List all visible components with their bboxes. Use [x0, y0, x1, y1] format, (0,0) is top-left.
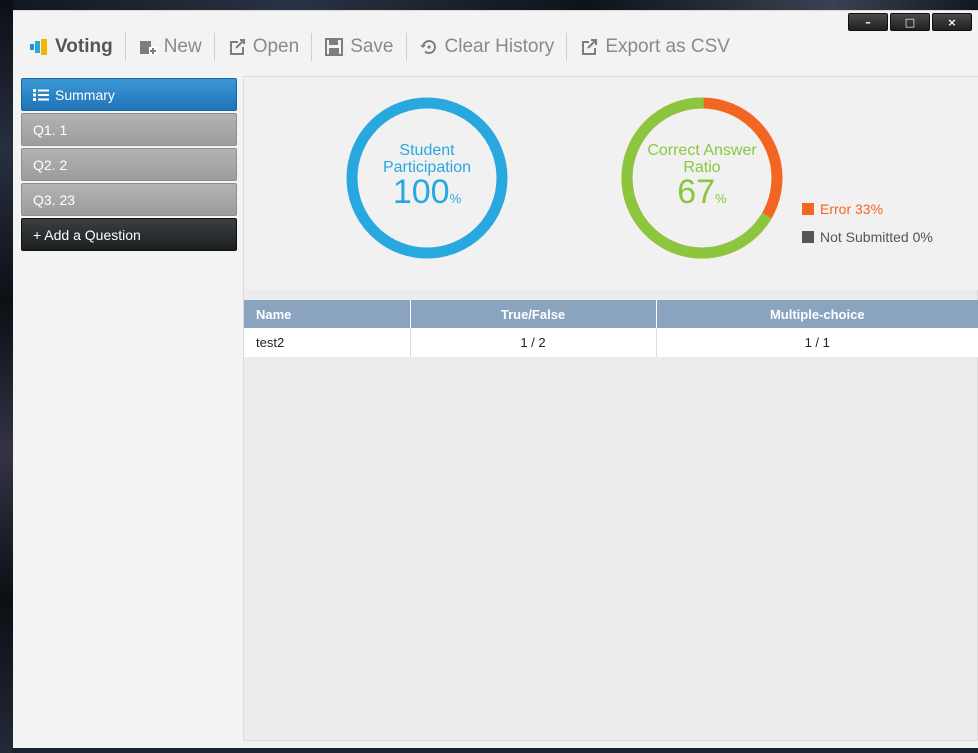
- legend-swatch: [802, 231, 814, 243]
- participation-value: 100%: [392, 173, 462, 211]
- window-controls: – □ ×: [848, 13, 972, 31]
- legend-label: Not Submitted 0%: [820, 229, 933, 245]
- cell-multiple-choice: 1 / 1: [656, 328, 978, 357]
- correct-ratio-label-line1: Correct Answer: [647, 142, 757, 159]
- new-label: New: [163, 36, 202, 57]
- legend-label: Error 33%: [820, 201, 884, 217]
- column-header-true-false[interactable]: True/False: [410, 300, 657, 328]
- save-label: Save: [350, 36, 394, 57]
- participation-label-line1: Student: [399, 142, 455, 159]
- export-icon: [579, 37, 599, 57]
- desktop-background-top: [0, 0, 978, 10]
- column-header-name[interactable]: Name: [244, 300, 411, 328]
- stats-area: Student Participation 100% Correct Answe…: [244, 77, 978, 290]
- clear-history-label: Clear History: [444, 36, 555, 57]
- new-button[interactable]: New: [126, 32, 214, 62]
- sidebar-item-label: Q1. 1: [33, 121, 68, 138]
- app-brand: Voting: [27, 32, 125, 62]
- new-icon: [138, 37, 158, 57]
- column-header-multiple-choice[interactable]: Multiple-choice: [656, 300, 978, 328]
- correct-ratio-gauge: Correct Answer Ratio 67%: [619, 95, 785, 261]
- sidebar-item-q3[interactable]: Q3. 23: [21, 183, 237, 216]
- toolbar: Voting New Open Save Clear History Expor…: [13, 29, 773, 65]
- sidebar-item-label: Q2. 2: [33, 156, 68, 173]
- open-icon: [227, 37, 247, 57]
- save-button[interactable]: Save: [312, 32, 405, 62]
- app-title: Voting: [55, 36, 113, 57]
- voting-logo-icon: [29, 37, 49, 57]
- export-csv-button[interactable]: Export as CSV: [567, 32, 742, 62]
- table-row[interactable]: test2 1 / 2 1 / 1: [244, 328, 978, 357]
- export-csv-label: Export as CSV: [605, 36, 730, 57]
- sidebar-item-label: Q3. 23: [33, 191, 76, 208]
- open-label: Open: [252, 36, 300, 57]
- minimize-button[interactable]: –: [848, 13, 888, 31]
- table-header-row: Name True/False Multiple-choice: [244, 300, 978, 328]
- results-table: Name True/False Multiple-choice test2 1 …: [244, 300, 978, 357]
- sidebar-item-summary[interactable]: Summary: [21, 78, 237, 111]
- voting-app-window: – □ × Voting New Open Save Clear History…: [13, 10, 978, 748]
- desktop-background-left: [0, 0, 13, 753]
- add-question-label: + Add a Question: [33, 226, 141, 243]
- question-sidebar: Summary Q1. 1 Q2. 2 Q3. 23 + Add a Quest…: [21, 78, 237, 253]
- summary-panel: Student Participation 100% Correct Answe…: [243, 76, 978, 741]
- cell-name: test2: [244, 328, 411, 357]
- open-button[interactable]: Open: [215, 32, 311, 62]
- sidebar-item-q1[interactable]: Q1. 1: [21, 113, 237, 146]
- sidebar-item-label: Summary: [55, 86, 115, 103]
- save-icon: [324, 37, 344, 57]
- sidebar-item-q2[interactable]: Q2. 2: [21, 148, 237, 181]
- participation-gauge: Student Participation 100%: [344, 95, 510, 261]
- list-icon: [33, 88, 49, 102]
- legend-item-error: Error 33%: [802, 195, 933, 223]
- result-legend: Error 33% Not Submitted 0%: [802, 195, 933, 251]
- add-question-button[interactable]: + Add a Question: [21, 218, 237, 251]
- cell-true-false: 1 / 2: [410, 328, 657, 357]
- correct-ratio-value: 67%: [677, 173, 727, 211]
- close-button[interactable]: ×: [932, 13, 972, 31]
- legend-swatch: [802, 203, 814, 215]
- maximize-button[interactable]: □: [890, 13, 930, 31]
- clear-history-button[interactable]: Clear History: [407, 32, 567, 62]
- history-icon: [419, 37, 439, 57]
- legend-item-not-submitted: Not Submitted 0%: [802, 223, 933, 251]
